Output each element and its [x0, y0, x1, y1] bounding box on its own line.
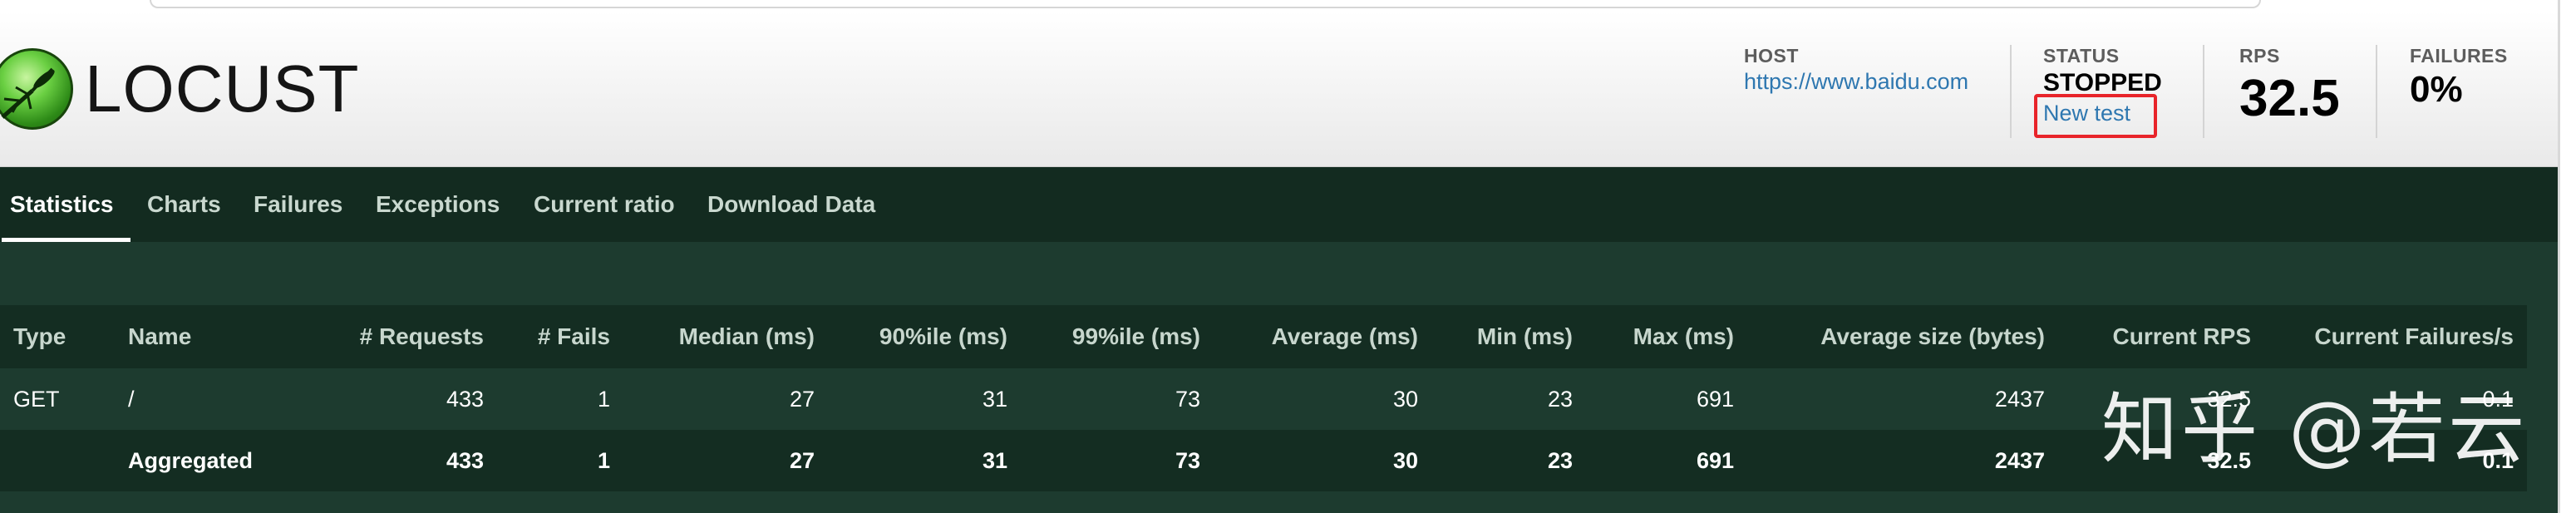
table-cell: 27: [623, 430, 828, 491]
host-link[interactable]: https://www.baidu.com: [1744, 69, 1968, 95]
table-cell: [0, 430, 115, 491]
highlight-annotation: [2034, 94, 2157, 138]
header: LOCUST HOST https://www.baidu.com STATUS…: [0, 12, 2558, 167]
tab-exceptions[interactable]: Exceptions: [376, 167, 500, 242]
rps-block: RPS 32.5: [2239, 45, 2340, 128]
column-header[interactable]: Min (ms): [1431, 305, 1586, 368]
failures-label: FAILURES: [2410, 45, 2508, 67]
host-block: HOST https://www.baidu.com: [1744, 45, 1968, 95]
tab-charts[interactable]: Charts: [147, 167, 221, 242]
table-cell: 691: [1586, 368, 1747, 430]
column-header[interactable]: Average (ms): [1214, 305, 1431, 368]
tab-statistics[interactable]: Statistics: [2, 167, 130, 242]
locust-page: LOCUST HOST https://www.baidu.com STATUS…: [0, 12, 2558, 513]
table-cell: 31: [828, 430, 1021, 491]
table-cell: 30: [1214, 368, 1431, 430]
column-header[interactable]: Median (ms): [623, 305, 828, 368]
table-cell: 23: [1431, 430, 1586, 491]
tab-current-ratio[interactable]: Current ratio: [534, 167, 675, 242]
table-cell: 27: [623, 368, 828, 430]
tab-download-data[interactable]: Download Data: [707, 167, 875, 242]
watermark: 知乎 @若云: [2101, 385, 2529, 474]
column-header[interactable]: Current Failures/s: [2264, 305, 2527, 368]
table-cell: 73: [1021, 368, 1214, 430]
table-cell: 1: [497, 430, 623, 491]
failures-block: FAILURES 0%: [2410, 45, 2508, 111]
table-cell: 30: [1214, 430, 1431, 491]
rps-value: 32.5: [2239, 70, 2340, 127]
table-cell: 31: [828, 368, 1021, 430]
column-header[interactable]: Average size (bytes): [1747, 305, 2058, 368]
failures-value: 0%: [2410, 69, 2463, 110]
table-header-row: Type Name # Requests # Fails Median (ms)…: [0, 305, 2527, 368]
tab-bar: Statistics Charts Failures Exceptions Cu…: [0, 167, 2558, 242]
table-cell: GET: [0, 368, 115, 430]
browser-chrome: [0, 0, 2576, 513]
column-header[interactable]: Type: [0, 305, 115, 368]
column-header[interactable]: Name: [115, 305, 331, 368]
column-header[interactable]: 99%ile (ms): [1021, 305, 1214, 368]
logo-text: LOCUST: [85, 52, 360, 126]
table-cell: 73: [1021, 430, 1214, 491]
table-cell: 433: [331, 368, 497, 430]
host-label: HOST: [1744, 45, 1799, 67]
tab-failures[interactable]: Failures: [254, 167, 342, 242]
column-header[interactable]: # Fails: [497, 305, 623, 368]
header-divider: [2203, 45, 2204, 138]
table-cell: Aggregated: [115, 430, 331, 491]
column-header[interactable]: # Requests: [331, 305, 497, 368]
status-value: STOPPED: [2043, 69, 2162, 96]
address-bar-edge: [150, 0, 2261, 8]
logo[interactable]: LOCUST: [0, 48, 360, 130]
column-header[interactable]: 90%ile (ms): [828, 305, 1021, 368]
table-cell: 1: [497, 368, 623, 430]
window-scrollbar-edge[interactable]: [2558, 0, 2576, 513]
locust-logo-icon: [0, 48, 73, 130]
rps-label: RPS: [2239, 45, 2280, 67]
table-cell: 23: [1431, 368, 1586, 430]
column-header[interactable]: Current RPS: [2058, 305, 2264, 368]
table-cell: /: [115, 368, 331, 430]
table-cell: 2437: [1747, 368, 2058, 430]
table-cell: 433: [331, 430, 497, 491]
table-cell: 2437: [1747, 430, 2058, 491]
status-label: STATUS: [2043, 45, 2120, 67]
table-cell: 691: [1586, 430, 1747, 491]
header-divider: [2376, 45, 2377, 138]
header-divider: [2010, 45, 2012, 138]
column-header[interactable]: Max (ms): [1586, 305, 1747, 368]
